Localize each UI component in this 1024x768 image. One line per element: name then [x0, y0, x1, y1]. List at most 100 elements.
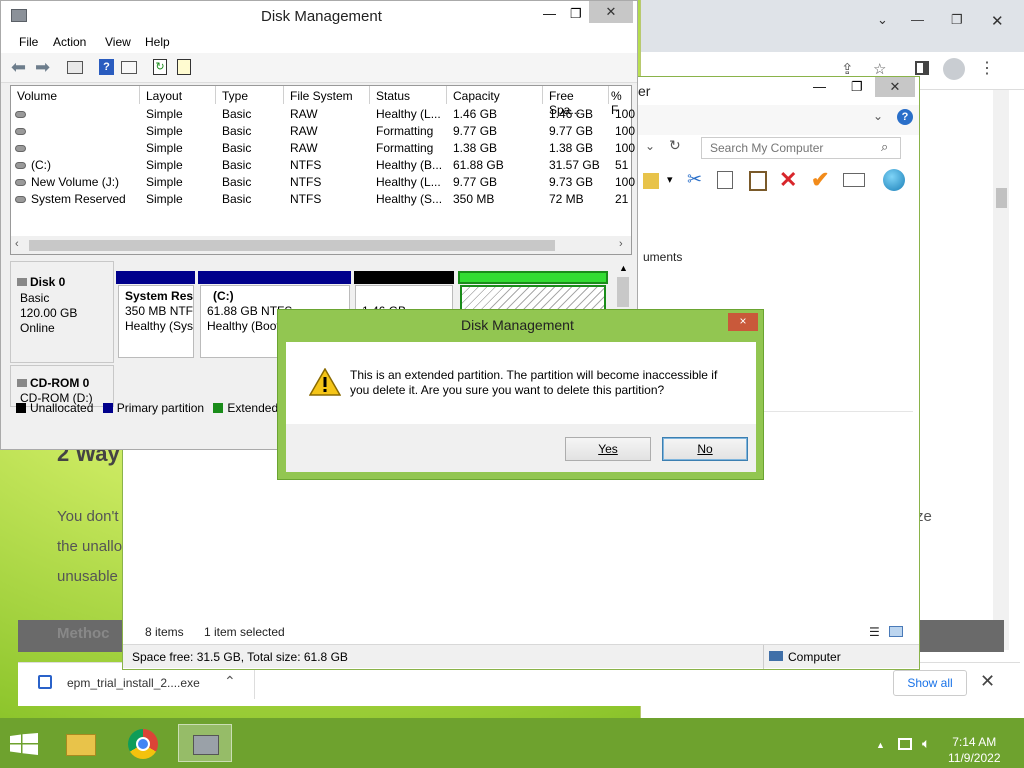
table-cell: 9.77 GB — [453, 175, 498, 189]
checkmark-icon[interactable]: ✔ — [811, 167, 829, 193]
space-summary: Space free: 31.5 GB, Total size: 61.8 GB — [132, 650, 348, 664]
cut-icon[interactable]: ✂ — [687, 169, 702, 190]
scroll-up-icon[interactable]: ▲ — [619, 263, 628, 273]
side-panel-icon[interactable] — [915, 61, 929, 75]
column-header[interactable]: % F — [609, 86, 631, 117]
table-cell: Simple — [146, 107, 183, 121]
column-header[interactable]: Layout — [140, 86, 216, 104]
table-cell: Basic — [222, 107, 252, 121]
chevron-up-icon[interactable]: ⌃ — [224, 673, 236, 690]
volume-icon[interactable]: 🔈︎ — [922, 735, 930, 752]
warning-icon — [309, 368, 341, 396]
forward-arrow-icon[interactable]: ➡ — [35, 57, 50, 78]
back-arrow-icon[interactable]: ⬅ — [11, 57, 26, 78]
column-header[interactable]: Type — [216, 86, 284, 104]
help-icon[interactable]: ? — [897, 109, 913, 125]
maximize-button[interactable]: ❐ — [951, 12, 963, 28]
taskbar-clock[interactable]: 7:14 AM 11/9/2022 — [948, 734, 1001, 766]
volume-name-cell[interactable]: New Volume (J:) — [31, 175, 119, 189]
profile-avatar[interactable] — [943, 58, 965, 80]
rescan-disks-icon[interactable] — [177, 59, 191, 75]
large-icons-view-icon[interactable] — [889, 626, 903, 637]
dialog-title: Disk Management — [461, 317, 574, 333]
disk-type: Basic — [20, 291, 50, 305]
maximize-button[interactable]: ❐ — [570, 6, 582, 22]
minimize-button[interactable]: — — [543, 6, 556, 21]
network-icon[interactable] — [898, 738, 912, 750]
page-scrollbar[interactable] — [993, 90, 1009, 650]
windows-start-icon[interactable] — [10, 733, 38, 755]
scroll-left-icon[interactable]: ‹ — [15, 238, 19, 250]
menu-action[interactable]: Action — [53, 35, 86, 49]
scroll-thumb[interactable] — [29, 240, 555, 251]
paste-icon[interactable] — [749, 171, 767, 191]
disk-app-icon — [11, 9, 27, 22]
method-label: Methoc — [57, 625, 110, 642]
close-button[interactable]: ✕ — [991, 12, 1004, 30]
maximize-button[interactable]: ❐ — [851, 79, 863, 95]
chrome-taskbar-icon[interactable] — [116, 724, 170, 762]
confirm-dialog: Disk Management × This is an extended pa… — [277, 309, 764, 480]
documents-label[interactable]: uments — [643, 250, 682, 264]
column-header[interactable]: File System — [284, 86, 370, 104]
help-icon[interactable]: ? — [99, 59, 114, 75]
delete-icon[interactable]: ✕ — [779, 167, 797, 193]
copy-icon[interactable] — [717, 171, 733, 189]
legend-label: Unallocated — [30, 401, 94, 415]
refresh-icon[interactable]: ↻ — [153, 59, 167, 75]
close-button[interactable]: ✕ — [875, 77, 915, 97]
chevron-down-icon[interactable]: ▾ — [667, 173, 673, 186]
details-view-icon[interactable]: ☰ — [869, 625, 880, 639]
yes-button[interactable]: Yes — [565, 437, 651, 461]
console-tree-icon[interactable] — [67, 61, 83, 74]
computer-icon — [769, 651, 783, 661]
properties-icon[interactable] — [843, 173, 865, 187]
partition-system-reserved[interactable]: System Rese 350 MB NTFS Healthy (Sys — [118, 285, 194, 358]
column-header[interactable]: Status — [370, 86, 447, 104]
scroll-thumb[interactable] — [617, 277, 629, 307]
disk-management-taskbar-icon[interactable] — [178, 724, 232, 762]
menu-kebab-icon[interactable]: ⋮ — [979, 58, 995, 78]
minimize-button[interactable]: — — [813, 79, 826, 94]
show-hidden-icons[interactable]: ▲ — [876, 740, 885, 750]
download-filename[interactable]: epm_trial_install_2....exe — [67, 676, 200, 690]
search-icon[interactable]: ⌕ — [881, 139, 888, 155]
menu-file[interactable]: File — [19, 35, 38, 49]
chevron-down-icon[interactable]: ⌄ — [873, 109, 883, 123]
scroll-right-icon[interactable]: › — [619, 238, 623, 250]
show-all-button[interactable]: Show all — [893, 670, 967, 696]
window-title: Disk Management — [261, 8, 382, 25]
close-download-bar-icon[interactable]: ✕ — [980, 671, 995, 692]
cdrom-name: CD-ROM 0 — [30, 376, 90, 390]
dialog-close-button[interactable]: × — [728, 313, 758, 331]
cdrom-icon — [17, 379, 27, 387]
yes-label: Yes — [598, 442, 618, 456]
search-input[interactable] — [701, 137, 901, 159]
folder-icon[interactable] — [643, 173, 659, 189]
table-cell: 100 — [615, 124, 636, 138]
globe-icon[interactable] — [883, 169, 905, 191]
volume-drive-icon — [15, 179, 26, 186]
chevron-down-icon[interactable]: ⌄ — [877, 12, 888, 28]
page-scroll-thumb[interactable] — [996, 188, 1007, 208]
minimize-button[interactable]: — — [911, 12, 924, 27]
table-cell: 9.77 GB — [453, 124, 498, 138]
close-button[interactable]: ✕ — [589, 1, 633, 23]
table-cell: 72 MB — [549, 192, 584, 206]
disk0-label[interactable]: Disk 0 Basic 120.00 GB Online — [10, 261, 114, 363]
column-header[interactable]: Volume — [11, 86, 140, 104]
volume-name-cell[interactable]: (C:) — [31, 158, 51, 172]
volume-name-cell[interactable]: System Reserved — [31, 192, 126, 206]
table-cell: 100 — [615, 107, 636, 121]
column-header[interactable]: Free Spa... — [543, 86, 609, 117]
column-header[interactable]: Capacity — [447, 86, 543, 104]
menu-view[interactable]: View — [105, 35, 131, 49]
file-explorer-taskbar-icon[interactable] — [54, 724, 108, 762]
no-button[interactable]: No — [662, 437, 748, 461]
table-cell: Healthy (B... — [376, 158, 443, 172]
address-dropdown-icon[interactable]: ⌄ — [645, 139, 655, 153]
table-cell: NTFS — [290, 158, 322, 172]
properties-icon[interactable] — [121, 61, 137, 74]
menu-help[interactable]: Help — [145, 35, 170, 49]
refresh-icon[interactable]: ↻ — [669, 137, 681, 154]
